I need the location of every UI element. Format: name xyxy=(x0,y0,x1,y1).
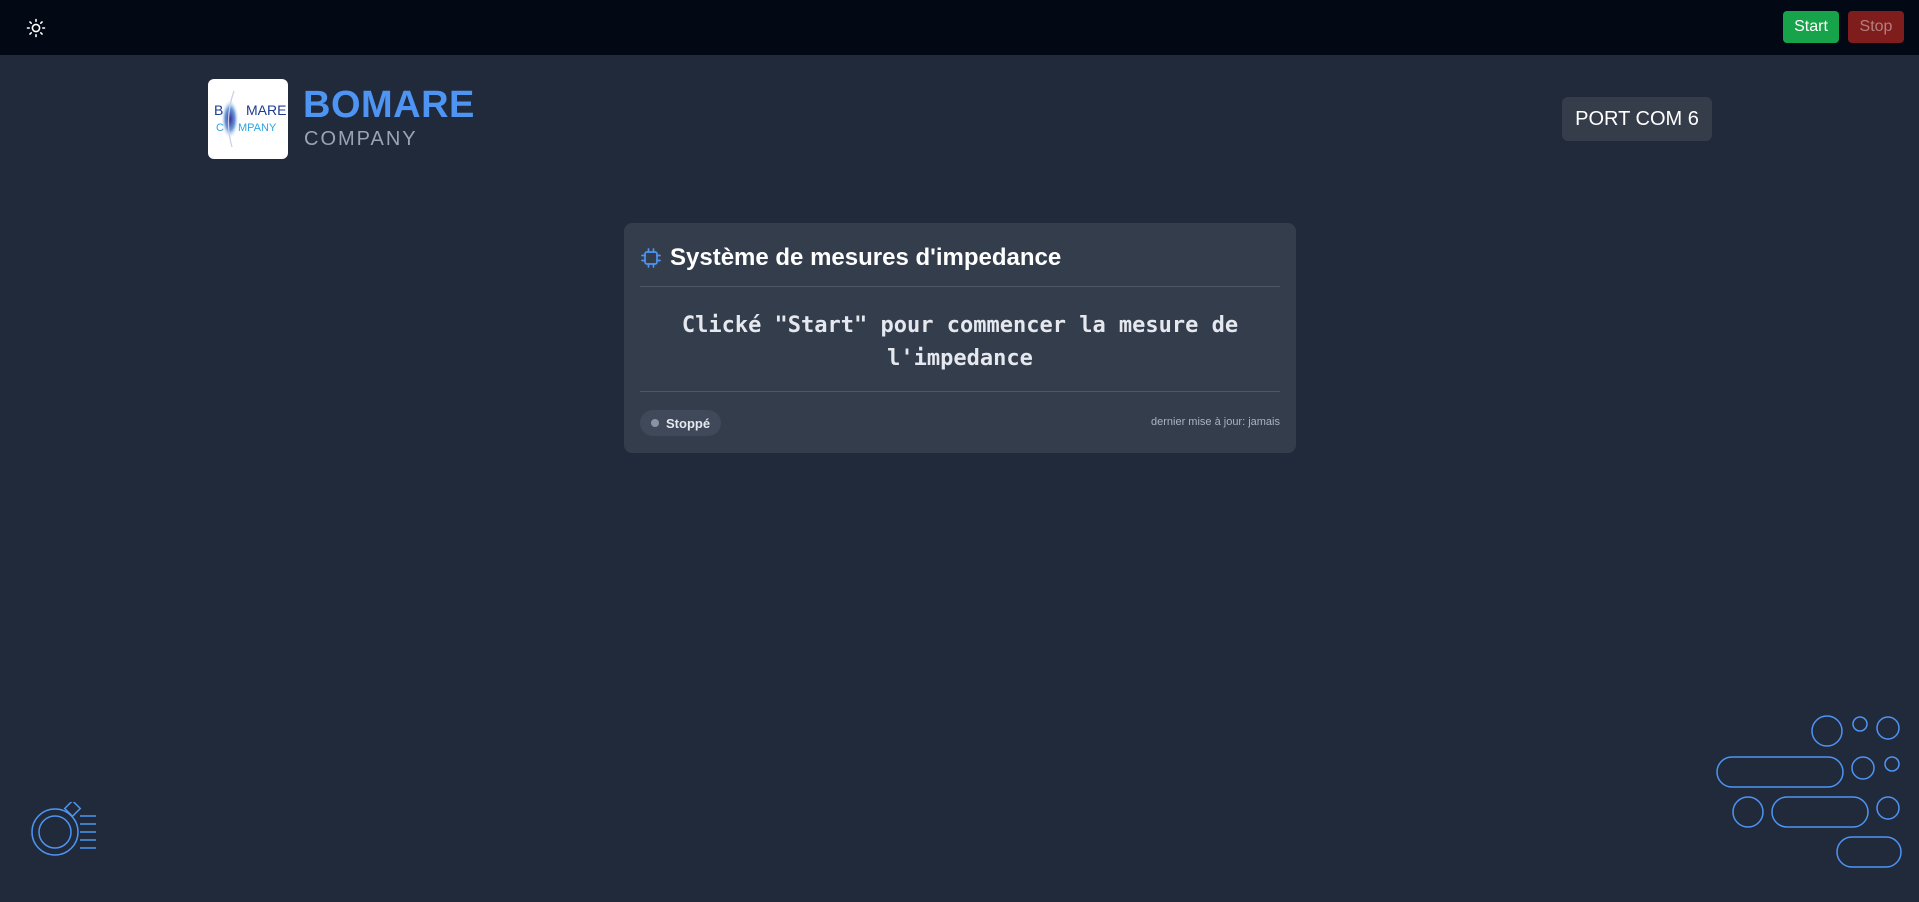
instruction-message: Clické "Start" pour commencer la mesure … xyxy=(681,313,1239,371)
start-button[interactable]: Start xyxy=(1783,11,1839,43)
ring-diamond-icon xyxy=(31,802,96,856)
brand-subtitle: COMPANY xyxy=(304,128,418,150)
last-update-text: dernier mise à jour: jamais xyxy=(1151,416,1280,428)
card-header: Système de mesures d'impedance xyxy=(640,241,1280,275)
theme-toggle-button[interactable] xyxy=(22,14,50,42)
svg-text:MPANY: MPANY xyxy=(238,122,277,134)
divider xyxy=(640,286,1280,287)
card-title: Système de mesures d'impedance xyxy=(670,244,1062,271)
impedance-card: Système de mesures d'impedance Clické "S… xyxy=(624,223,1296,453)
company-logo: B MARE C MPANY xyxy=(208,79,288,159)
brand-name: BOMARE xyxy=(303,84,475,126)
stop-button[interactable]: Stop xyxy=(1848,11,1904,43)
sun-icon xyxy=(26,18,46,38)
chip-icon xyxy=(641,248,661,268)
status-dot-icon xyxy=(651,419,659,427)
svg-text:B: B xyxy=(214,102,223,118)
bubbles-pattern-icon xyxy=(1716,715,1902,868)
port-badge: PORT COM 6 xyxy=(1562,97,1712,141)
divider xyxy=(640,391,1280,392)
svg-text:MARE: MARE xyxy=(246,102,286,118)
top-bar: Start Stop xyxy=(0,0,1919,55)
status-badge: Stoppé xyxy=(640,410,722,436)
status-label: Stoppé xyxy=(666,415,711,431)
svg-text:C: C xyxy=(216,122,224,134)
